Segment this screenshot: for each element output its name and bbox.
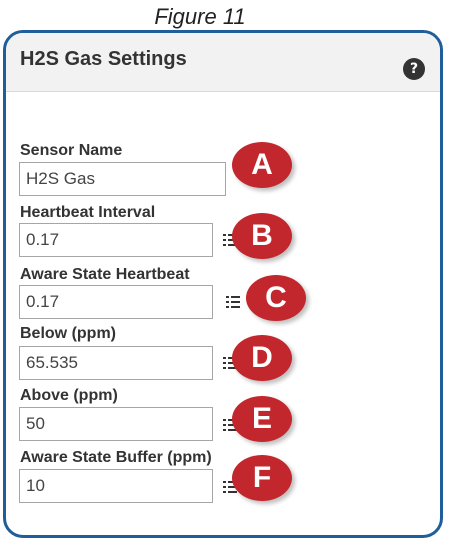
callout-badge-d: D <box>232 335 292 381</box>
below-ppm-label: Below (ppm) <box>20 325 116 342</box>
panel-header: H2S Gas Settings ? <box>6 33 440 92</box>
callout-badge-a: A <box>232 142 292 188</box>
panel-title: H2S Gas Settings <box>20 48 187 70</box>
sensor-name-input[interactable]: H2S Gas <box>19 162 226 196</box>
callout-badge-e: E <box>232 396 292 442</box>
list-icon[interactable] <box>226 296 240 308</box>
below-ppm-input[interactable]: 65.535 <box>19 346 213 380</box>
figure-caption: Figure 11 <box>154 4 246 29</box>
aware-state-heartbeat-input[interactable]: 0.17 <box>19 285 213 319</box>
callout-badge-c: C <box>246 275 306 321</box>
aware-state-buffer-input[interactable]: 10 <box>19 469 213 503</box>
above-ppm-label: Above (ppm) <box>20 387 118 404</box>
heartbeat-interval-label: Heartbeat Interval <box>20 204 156 221</box>
sensor-name-label: Sensor Name <box>20 142 123 159</box>
callout-badge-f: F <box>232 455 292 501</box>
callout-badge-b: B <box>232 213 292 259</box>
heartbeat-interval-input[interactable]: 0.17 <box>19 223 213 257</box>
settings-panel: H2S Gas Settings ? Sensor Name H2S Gas A… <box>3 30 443 538</box>
aware-state-buffer-label: Aware State Buffer (ppm) <box>20 449 212 466</box>
help-icon[interactable]: ? <box>403 58 425 80</box>
aware-state-heartbeat-label: Aware State Heartbeat <box>20 266 190 283</box>
above-ppm-input[interactable]: 50 <box>19 407 213 441</box>
